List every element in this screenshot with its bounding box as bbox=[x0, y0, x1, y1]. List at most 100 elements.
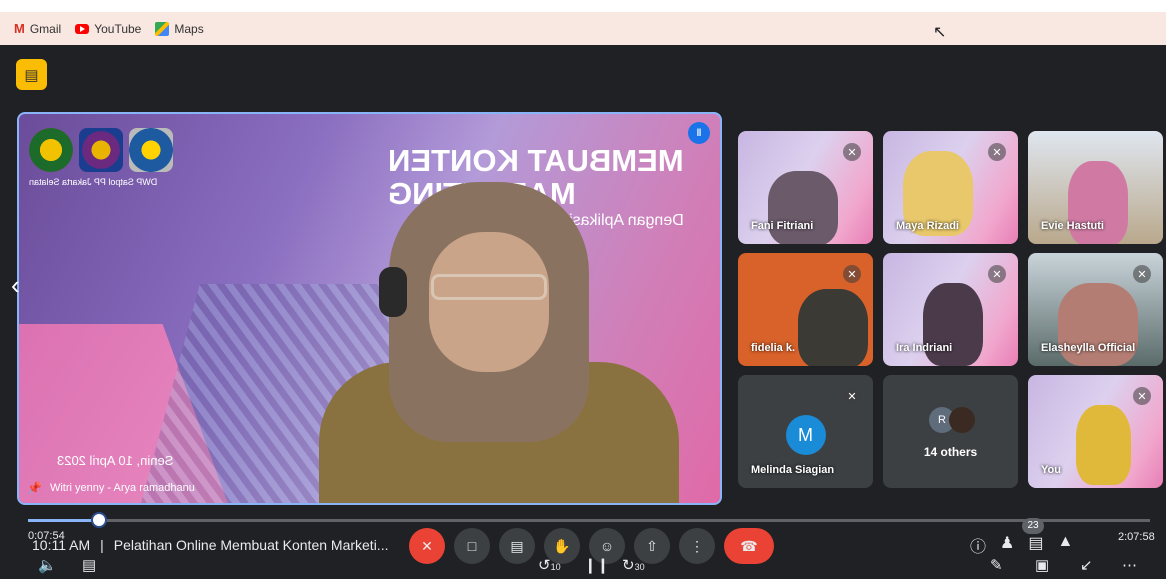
participant-name: Evie Hastuti bbox=[1041, 220, 1104, 232]
main-presenter-tile[interactable]: DWP Satpol PP Jakarta Selatan MEMBUAT KO… bbox=[17, 112, 722, 505]
volume-icon[interactable]: 🔈 bbox=[38, 556, 57, 574]
people-count-badge: 23 bbox=[1022, 518, 1044, 534]
bookmark-youtube[interactable]: YouTube bbox=[75, 22, 141, 36]
bookmark-label: Gmail bbox=[29, 21, 62, 36]
progress-fill bbox=[28, 519, 99, 522]
self-tile[interactable]: ✕ You bbox=[1028, 375, 1163, 488]
captions-button[interactable]: ▤ bbox=[499, 528, 535, 564]
presenter-face bbox=[429, 232, 549, 372]
participant-video bbox=[768, 171, 838, 244]
info-icon[interactable]: ⓘ bbox=[970, 533, 986, 557]
activities-icon[interactable]: ▲ bbox=[1057, 533, 1073, 557]
progress-handle[interactable] bbox=[90, 512, 107, 528]
bookmark-gmail[interactable]: M Gmail bbox=[14, 21, 61, 36]
presenter-name: Witri yenny - Arya ramadhanu bbox=[49, 482, 195, 494]
pause-icon[interactable]: ❙❙ bbox=[584, 556, 609, 574]
rewind-button[interactable]: ↺10 bbox=[538, 556, 561, 574]
present-icon: ⇧ bbox=[646, 537, 658, 554]
presenter-label: 📌 Witri yenny - Arya ramadhanu bbox=[27, 481, 195, 495]
meeting-clock: 10:11 AM bbox=[32, 537, 91, 553]
participant-name: Ira Indriani bbox=[896, 342, 953, 354]
chat-icon[interactable]: ▤ bbox=[1028, 533, 1043, 557]
logo-satpol-icon bbox=[79, 128, 123, 172]
bookmark-label: Maps bbox=[174, 21, 204, 36]
logo-caption: DWP Satpol PP Jakarta Selatan bbox=[29, 177, 158, 187]
speaking-indicator-icon: ‖ bbox=[688, 122, 710, 144]
more-vert-icon: ⋮ bbox=[690, 537, 704, 554]
mic-off-icon: ✕ bbox=[988, 143, 1006, 161]
participant-tile[interactable]: ✕ Fani Fitriani bbox=[738, 131, 873, 244]
more-options-button[interactable]: ⋮ bbox=[679, 528, 715, 564]
presenter-video bbox=[319, 162, 679, 503]
rewind-icon: ↺ bbox=[538, 557, 551, 574]
presenter-glasses bbox=[431, 274, 547, 300]
slide-logos bbox=[29, 128, 173, 172]
bookmark-label: YouTube bbox=[94, 21, 142, 36]
previous-page-icon[interactable]: ‹ bbox=[11, 270, 20, 301]
others-count: 14 others bbox=[923, 445, 978, 459]
bookmark-maps[interactable]: Maps bbox=[155, 21, 204, 36]
camera-toggle-button[interactable]: □ bbox=[454, 528, 490, 564]
leave-call-button[interactable]: ☎ bbox=[724, 528, 774, 564]
maps-icon bbox=[155, 21, 170, 36]
meeting-separator: | bbox=[100, 537, 104, 553]
forward-button[interactable]: ↻30 bbox=[622, 556, 645, 574]
slide-date: Senin, 10 April 2023 bbox=[57, 453, 174, 468]
participant-tile[interactable]: Evie Hastuti bbox=[1028, 131, 1163, 244]
logo-jakarta-icon bbox=[129, 128, 173, 172]
others-tile[interactable]: R 14 others bbox=[883, 375, 1018, 488]
hang-up-icon: ☎ bbox=[740, 537, 758, 554]
presenter-headset bbox=[379, 267, 407, 317]
mouse-cursor-icon: ↖ bbox=[933, 24, 947, 41]
side-panel-controls: ⓘ ♟ ▤ ▲ bbox=[970, 533, 1073, 557]
total-time: 2:07:58 bbox=[1118, 531, 1155, 543]
logo-dwp-icon bbox=[29, 128, 73, 172]
exit-fullscreen-icon[interactable]: ↙ bbox=[1080, 556, 1093, 574]
avatar bbox=[949, 407, 975, 433]
more-horiz-icon[interactable]: ⋯ bbox=[1122, 556, 1137, 574]
mic-off-icon: ✕ bbox=[843, 387, 861, 405]
participant-video bbox=[1076, 405, 1131, 485]
participant-tile[interactable]: M ✕ Melinda Siagian bbox=[738, 375, 873, 488]
mic-off-icon: ✕ bbox=[843, 265, 861, 283]
subtitles-icon[interactable]: ▤ bbox=[82, 556, 96, 574]
participant-name: Melinda Siagian bbox=[751, 464, 835, 476]
participant-tile[interactable]: ✕ Elasheylla Official bbox=[1028, 253, 1163, 366]
hand-icon: ✋ bbox=[553, 537, 571, 554]
participant-tile[interactable]: ✕ Maya Rizadi bbox=[883, 131, 1018, 244]
pen-icon[interactable]: ✎ bbox=[990, 556, 1003, 574]
miniplayer-icon[interactable]: ▣ bbox=[1035, 556, 1049, 574]
mic-off-icon: ✕ bbox=[1133, 387, 1151, 405]
youtube-icon bbox=[75, 23, 90, 34]
participant-name: Maya Rizadi bbox=[896, 220, 959, 232]
browser-top-strip bbox=[0, 0, 1166, 12]
gmail-icon: M bbox=[14, 21, 25, 36]
avatar: M bbox=[785, 415, 826, 455]
forward-seconds: 30 bbox=[634, 562, 645, 572]
progress-track[interactable] bbox=[28, 519, 1150, 522]
participant-name: fidelia k. bbox=[751, 342, 796, 354]
camera-icon: □ bbox=[467, 538, 477, 554]
people-icon[interactable]: ♟ bbox=[1000, 533, 1014, 557]
rewind-seconds: 10 bbox=[550, 562, 561, 572]
participant-name: Fani Fitriani bbox=[751, 220, 814, 232]
participant-tile[interactable]: ✕ fidelia k. bbox=[738, 253, 873, 366]
meeting-title: Pelatihan Online Membuat Konten Marketi.… bbox=[113, 537, 389, 553]
mic-off-icon: ✕ bbox=[1133, 265, 1151, 283]
camera-off-button[interactable]: ▤ bbox=[16, 59, 47, 90]
mic-off-icon: ✕ bbox=[421, 537, 433, 554]
bookmarks-bar: M Gmail YouTube Maps bbox=[0, 12, 1166, 45]
participant-name: You bbox=[1041, 464, 1061, 476]
captions-icon: ▤ bbox=[510, 537, 524, 554]
meeting-info: 10:11 AM | Pelatihan Online Membuat Kont… bbox=[32, 537, 388, 553]
camera-off-icon: ▤ bbox=[24, 66, 39, 84]
participant-tile[interactable]: ✕ Ira Indriani bbox=[883, 253, 1018, 366]
mic-toggle-button[interactable]: ✕ bbox=[409, 528, 445, 564]
participant-video bbox=[798, 289, 868, 366]
pin-icon[interactable]: 📌 bbox=[27, 481, 42, 495]
forward-icon: ↻ bbox=[622, 557, 635, 574]
mic-off-icon: ✕ bbox=[843, 143, 861, 161]
participant-name: Elasheylla Official bbox=[1041, 342, 1136, 354]
emoji-icon: ☺ bbox=[599, 538, 615, 554]
mic-off-icon: ✕ bbox=[988, 265, 1006, 283]
